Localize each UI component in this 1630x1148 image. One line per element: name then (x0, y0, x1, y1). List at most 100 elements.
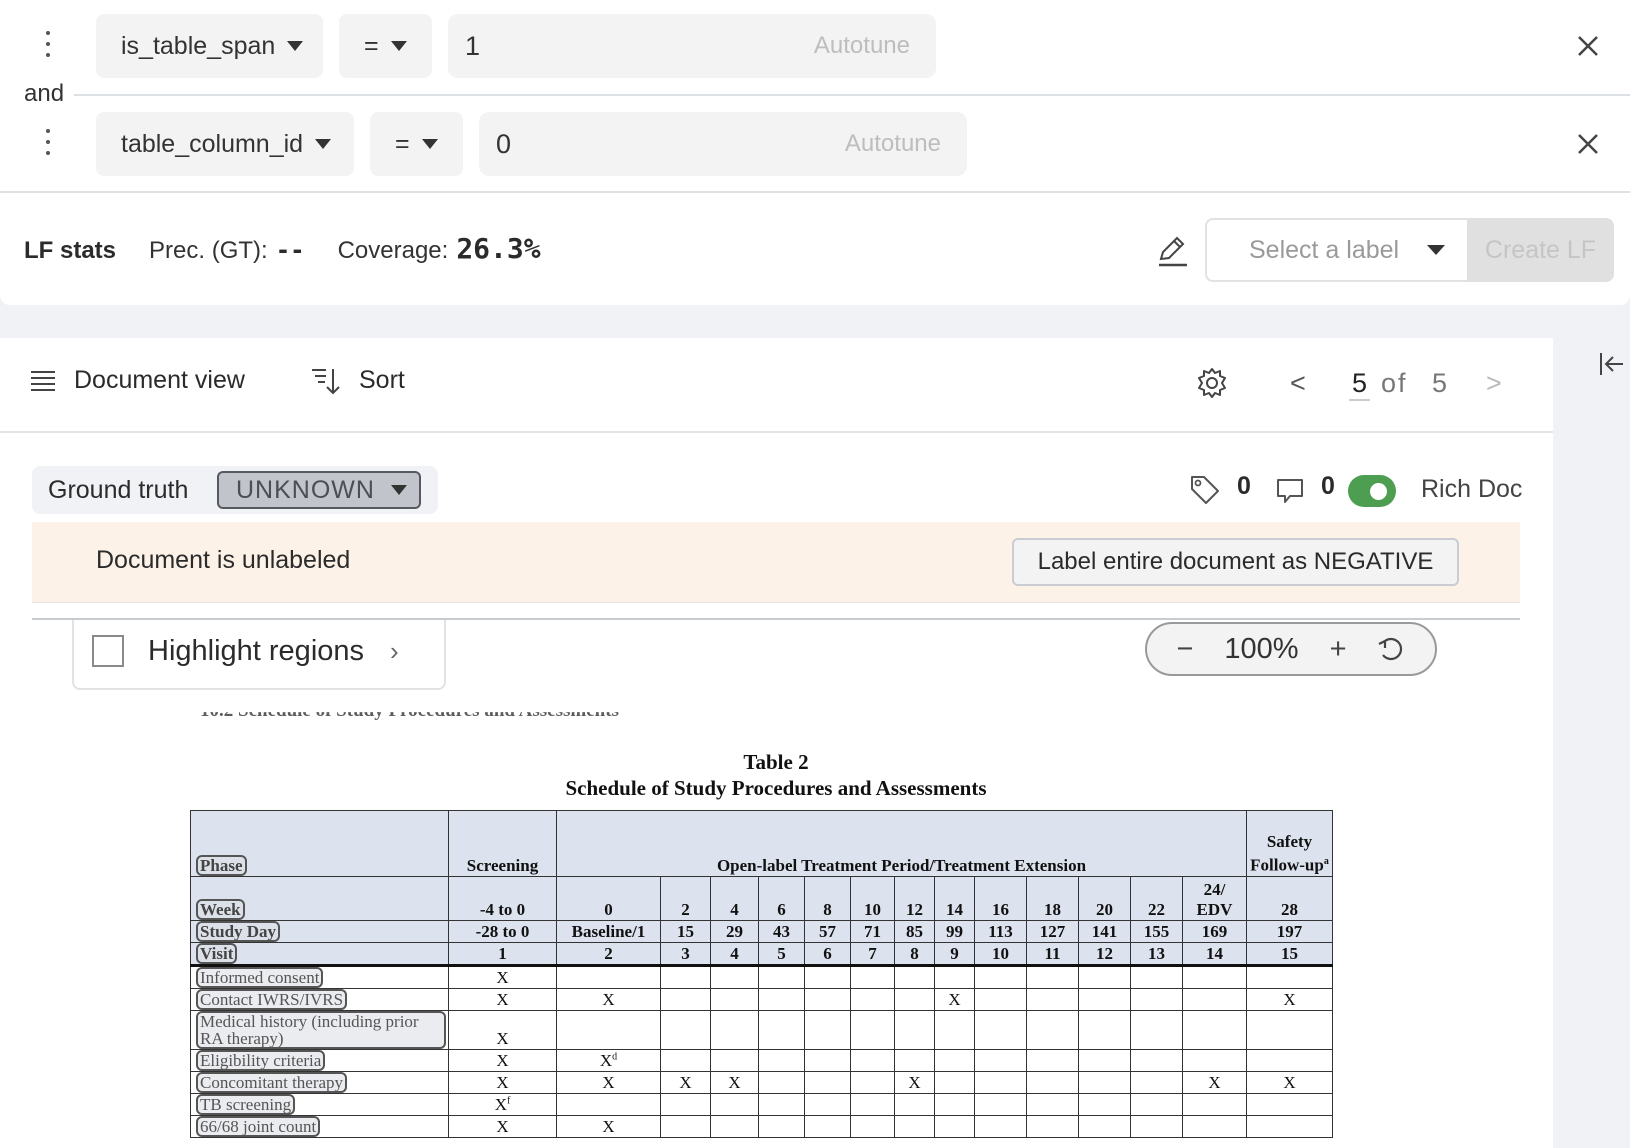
table-cell (804, 1115, 851, 1138)
table-row: Study Day -28 to 0 Baseline/1 15 29 43 57 71 85 9… (190, 920, 1333, 943)
table-cell: 71 (850, 920, 895, 943)
close-icon[interactable] (1573, 129, 1603, 159)
table-cell (1026, 1093, 1079, 1116)
tag-icon[interactable] (1189, 474, 1221, 506)
zoom-in-button[interactable]: + (1330, 633, 1347, 666)
sort-label: Sort (359, 366, 405, 394)
table-cell (804, 988, 851, 1011)
conjunction-label: and (24, 80, 65, 107)
table-row: Concomitant therapy X X X X X X X (190, 1071, 1333, 1094)
table-cell: X (1182, 1071, 1247, 1094)
drag-handle-icon[interactable] (38, 24, 58, 64)
table-cell (1182, 1010, 1247, 1050)
table-cell (974, 988, 1027, 1011)
comment-count: 0 (1321, 472, 1335, 500)
table-cell (1026, 1071, 1079, 1094)
pencil-icon[interactable] (1157, 233, 1189, 267)
document-toolbar: Document view Sort (0, 338, 1553, 433)
table-cell (1078, 1093, 1131, 1116)
chevron-right-icon: › (390, 635, 399, 666)
caret-down-icon (390, 485, 407, 495)
current-page-input[interactable]: 5 (1349, 368, 1371, 401)
table-cell: 1 (448, 942, 557, 967)
row-label: Phase (190, 810, 449, 877)
lf-stats: LF stats Prec. (GT): -- Coverage: 26.3% (24, 232, 541, 265)
toggle-knob (1370, 483, 1387, 500)
table-cell: 14 (1182, 942, 1247, 967)
table-cell: X (448, 1115, 557, 1138)
value-input-1[interactable]: 1 Autotune (448, 14, 936, 78)
document-view-button[interactable]: Document view (30, 366, 245, 395)
ground-truth-value: UNKNOWN (236, 475, 375, 504)
field-select-2[interactable]: table_column_id (96, 112, 354, 176)
caret-down-icon (287, 41, 304, 51)
label-select[interactable]: Select a label (1205, 218, 1468, 282)
cell-mark: X (494, 1095, 507, 1114)
table-cell: X (1246, 1071, 1333, 1094)
create-lf-button[interactable]: Create LF (1467, 218, 1614, 282)
table-cell (1026, 1010, 1079, 1050)
table-cell: 6 (804, 942, 851, 967)
schedule-table: Phase Screening Open-label Treatment Per… (190, 810, 1333, 1138)
footnote-sup: d (612, 1051, 618, 1063)
operator-select-1[interactable]: = (339, 14, 432, 78)
close-icon[interactable] (1573, 31, 1603, 61)
table-cell (1026, 965, 1079, 989)
divider (32, 602, 1520, 603)
table-cell (1182, 965, 1247, 989)
cell-tag: Contact IWRS/IVRS (196, 989, 348, 1010)
table-cell: Baseline/1 (556, 920, 661, 943)
table-cell: 24/ EDV (1182, 876, 1247, 921)
table-title: Schedule of Study Procedures and Assessm… (565, 776, 987, 800)
zoom-out-button[interactable]: − (1176, 633, 1193, 666)
table-cell: 127 (1026, 920, 1079, 943)
settings-gear-icon[interactable] (1196, 367, 1228, 399)
coverage-label: Coverage: (337, 237, 449, 264)
drag-handle-icon[interactable] (38, 122, 58, 162)
filter-panel: is_table_span = 1 Autotune and table_col… (0, 0, 1630, 305)
prev-page-button[interactable]: < (1290, 368, 1306, 399)
table-row: Week -4 to 0 0 2 4 6 8 10 12 14 16 18 20 22 24/ EDV 28 (190, 876, 1333, 921)
table-cell: X (448, 988, 557, 1011)
table-cell: -28 to 0 (448, 920, 557, 943)
table-cell (660, 1049, 711, 1072)
comment-icon[interactable] (1276, 477, 1304, 505)
autotune-button[interactable]: Autotune (814, 32, 910, 60)
table-cell: 6 (758, 876, 805, 921)
table-cell (1130, 965, 1183, 989)
highlight-regions-control[interactable]: Highlight regions › (72, 620, 446, 690)
highlight-regions-checkbox[interactable] (92, 635, 124, 667)
autotune-button[interactable]: Autotune (845, 130, 941, 158)
collapse-panel-icon[interactable] (1598, 350, 1626, 378)
cell-mark: X (599, 1051, 613, 1070)
lf-stats-title: LF stats (24, 237, 117, 264)
table-cell: 10 (850, 876, 895, 921)
table-cell (1130, 988, 1183, 1011)
table-cell: 7 (850, 942, 895, 967)
section-heading: 10.2 Schedule of Study Procedures and As… (200, 700, 619, 721)
value-input-2[interactable]: 0 Autotune (479, 112, 967, 176)
ground-truth-select[interactable]: UNKNOWN (217, 471, 421, 509)
table-cell: 2 (556, 942, 661, 967)
field-select-1[interactable]: is_table_span (96, 14, 323, 78)
row-label: 66/68 joint count (190, 1115, 449, 1138)
table-cell: X (448, 965, 557, 989)
table-cell (1246, 1049, 1333, 1072)
table-cell (894, 988, 935, 1011)
table-cell: X (894, 1071, 935, 1094)
screening-header: Screening (448, 810, 557, 877)
table-cell (1026, 988, 1079, 1011)
table-cell (804, 965, 851, 989)
table-cell (710, 988, 759, 1011)
rich-doc-toggle[interactable] (1348, 475, 1396, 507)
sort-button[interactable]: Sort (311, 366, 405, 395)
operator-select-2[interactable]: = (370, 112, 463, 176)
table-row: Phase Screening Open-label Treatment Per… (190, 810, 1333, 877)
table-cell (1246, 965, 1333, 989)
reset-rotate-icon[interactable] (1377, 635, 1405, 663)
next-page-button[interactable]: > (1486, 368, 1502, 399)
table-cell (804, 1010, 851, 1050)
label-negative-button[interactable]: Label entire document as NEGATIVE (1012, 538, 1459, 586)
caret-down-icon (315, 139, 332, 149)
ground-truth-label: Ground truth (48, 475, 189, 504)
